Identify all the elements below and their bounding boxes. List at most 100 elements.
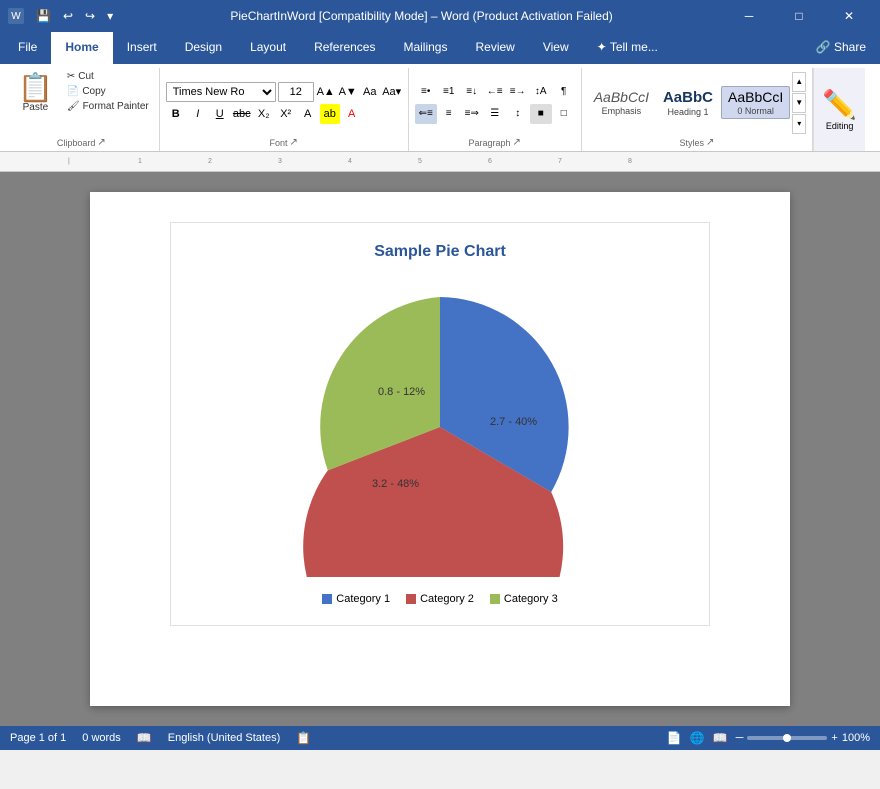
- align-center-button[interactable]: ≡: [438, 104, 460, 124]
- undo-button[interactable]: ↩: [59, 7, 77, 25]
- zoom-slider-thumb[interactable]: [783, 734, 791, 742]
- numbering-button[interactable]: ≡1: [438, 82, 460, 102]
- font-shrink-button[interactable]: A▼: [338, 82, 358, 102]
- paste-icon: 📋: [18, 74, 53, 102]
- tab-mailings[interactable]: Mailings: [389, 32, 461, 64]
- view-read-button[interactable]: 📖: [713, 731, 728, 745]
- chart-title: Sample Pie Chart: [191, 243, 689, 261]
- view-print-button[interactable]: 📄: [667, 731, 682, 745]
- language[interactable]: English (United States): [168, 732, 281, 744]
- copy-button[interactable]: 📄 Copy: [63, 85, 153, 98]
- paste-button[interactable]: 📋 Paste: [10, 70, 61, 117]
- document-area[interactable]: Sample Pie Chart 2.7 - 40% 3.2 - 48% 0.: [0, 172, 880, 726]
- tab-tell-me[interactable]: ✦ Tell me...: [583, 32, 672, 64]
- sort-button[interactable]: ↕A: [530, 82, 552, 102]
- save-button[interactable]: 💾: [32, 7, 55, 25]
- ruler-mark-3: 3: [278, 158, 282, 165]
- styles-scroll-down-button[interactable]: ▼: [792, 93, 806, 113]
- clipboard-group: 📋 Paste ✂ Cut 📄 Copy 🖌 Format Painter: [4, 68, 160, 151]
- italic-button[interactable]: I: [188, 104, 208, 124]
- decrease-indent-button[interactable]: ←≡: [484, 82, 506, 102]
- superscript-button[interactable]: X²: [276, 104, 296, 124]
- shading-button[interactable]: ■: [530, 104, 552, 124]
- zoom-in-button[interactable]: +: [831, 732, 837, 744]
- close-button[interactable]: ✕: [826, 0, 872, 32]
- styles-more-button[interactable]: ▾: [792, 114, 806, 134]
- chart-container[interactable]: Sample Pie Chart 2.7 - 40% 3.2 - 48% 0.: [170, 222, 710, 626]
- increase-indent-button[interactable]: ≡→: [507, 82, 529, 102]
- styles-controls: AaBbCcI Emphasis AaBbC Heading 1 AaBbCcI…: [588, 70, 807, 135]
- show-hide-button[interactable]: ¶: [553, 82, 575, 102]
- style-emphasis[interactable]: AaBbCcI Emphasis: [588, 87, 655, 118]
- view-web-button[interactable]: 🌐: [690, 731, 705, 745]
- clipboard-label: Clipboard ↗: [10, 135, 153, 151]
- tab-file[interactable]: File: [4, 32, 51, 64]
- editing-button[interactable]: ✏️ Editing: [822, 88, 857, 131]
- font-color-button[interactable]: A: [342, 104, 362, 124]
- paragraph-group: ≡• ≡1 ≡↓ ←≡ ≡→ ↕A ¶ ⇐≡ ≡ ≡⇒ ☰ ↕ ■: [409, 68, 582, 151]
- title-bar: W 💾 ↩ ↪ ▾ PieChartInWord [Compatibility …: [0, 0, 880, 32]
- customize-quick-access-button[interactable]: ▾: [103, 7, 117, 25]
- zoom-out-button[interactable]: ─: [736, 732, 744, 744]
- paragraph-label: Paragraph ↗: [415, 135, 575, 151]
- window-controls: ─ □ ✕: [726, 0, 872, 32]
- format-painter-icon: 🖌: [67, 101, 80, 112]
- tab-view[interactable]: View: [529, 32, 583, 64]
- chart-svg-area: 2.7 - 40% 3.2 - 48% 0.8 - 12%: [191, 277, 689, 577]
- tab-insert[interactable]: Insert: [113, 32, 171, 64]
- justify-button[interactable]: ☰: [484, 104, 506, 124]
- font-grow-button[interactable]: A▲: [316, 82, 336, 102]
- redo-button[interactable]: ↪: [81, 7, 99, 25]
- tab-review[interactable]: Review: [461, 32, 528, 64]
- align-left-button[interactable]: ⇐≡: [415, 104, 437, 124]
- font-controls: Times New Ro A▲ A▼ Aa Aa▾ B I U abc X₂: [166, 70, 402, 135]
- multilevel-list-button[interactable]: ≡↓: [461, 82, 483, 102]
- pie-chart-svg: 2.7 - 40% 3.2 - 48% 0.8 - 12%: [270, 277, 610, 577]
- font-family-select[interactable]: Times New Ro: [166, 82, 276, 102]
- maximize-button[interactable]: □: [776, 0, 822, 32]
- highlight-button[interactable]: ab: [320, 104, 340, 124]
- font-size-input[interactable]: [278, 82, 314, 102]
- format-painter-button[interactable]: 🖌 Format Painter: [63, 100, 153, 113]
- font-expand-button[interactable]: ↗: [290, 137, 298, 148]
- tab-home[interactable]: Home: [51, 32, 112, 64]
- tab-design[interactable]: Design: [171, 32, 236, 64]
- cut-label: Cut: [78, 71, 94, 82]
- align-right-button[interactable]: ≡⇒: [461, 104, 483, 124]
- label-category3: 0.8 - 12%: [378, 386, 425, 398]
- tab-layout[interactable]: Layout: [236, 32, 300, 64]
- font-row-2: B I U abc X₂ X² A ab A: [166, 104, 402, 124]
- change-case-button[interactable]: Aa▾: [382, 82, 402, 102]
- ruler-mark-7: 7: [558, 158, 562, 165]
- style-heading1[interactable]: AaBbC Heading 1: [657, 87, 719, 119]
- zoom-slider[interactable]: [747, 736, 827, 740]
- cut-button[interactable]: ✂ Cut: [63, 70, 153, 83]
- ruler-mark-0: |: [68, 158, 70, 165]
- paragraph-expand-button[interactable]: ↗: [513, 137, 521, 148]
- styles-expand-button[interactable]: ↗: [706, 137, 714, 148]
- style-heading1-label: Heading 1: [667, 107, 708, 117]
- tab-references[interactable]: References: [300, 32, 389, 64]
- text-effects-button[interactable]: A: [298, 104, 318, 124]
- clipboard-expand-button[interactable]: ↗: [97, 137, 105, 148]
- borders-button[interactable]: □: [553, 104, 575, 124]
- quick-access-toolbar: 💾 ↩ ↪ ▾: [32, 7, 117, 25]
- ruler-mark-6: 6: [488, 158, 492, 165]
- format-painter-label: Format Painter: [83, 101, 149, 112]
- bold-button[interactable]: B: [166, 104, 186, 124]
- legend-label-category3: Category 3: [504, 593, 558, 605]
- share-button[interactable]: 🔗 Share: [802, 32, 880, 64]
- font-label: Font ↗: [166, 135, 402, 151]
- bullets-button[interactable]: ≡•: [415, 82, 437, 102]
- underline-button[interactable]: U: [210, 104, 230, 124]
- strikethrough-button[interactable]: abc: [232, 104, 252, 124]
- track-changes-icon[interactable]: 📋: [296, 731, 311, 745]
- subscript-button[interactable]: X₂: [254, 104, 274, 124]
- proofing-icon[interactable]: 📖: [137, 731, 152, 745]
- ribbon: File Home Insert Design Layout Reference…: [0, 32, 880, 152]
- styles-scroll-up-button[interactable]: ▲: [792, 72, 806, 92]
- line-spacing-button[interactable]: ↕: [507, 104, 529, 124]
- style-normal[interactable]: AaBbCcI 0 Normal: [721, 86, 790, 119]
- clear-formatting-button[interactable]: Aa: [360, 82, 380, 102]
- minimize-button[interactable]: ─: [726, 0, 772, 32]
